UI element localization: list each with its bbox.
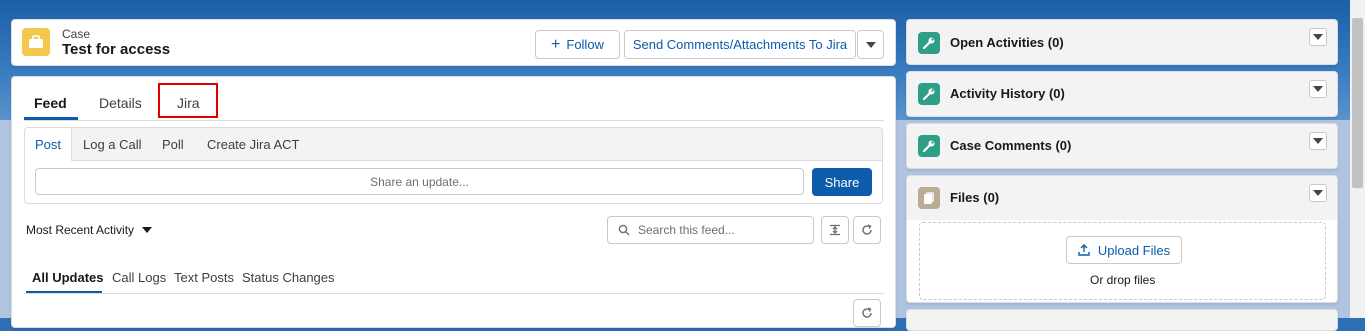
record-title: Test for access <box>62 41 171 58</box>
activity-history-menu[interactable] <box>1309 80 1327 98</box>
next-related-card <box>906 309 1338 331</box>
collapse-icon <box>830 224 840 236</box>
publisher-tab-create-jira[interactable]: Create Jira ACT <box>207 137 299 152</box>
case-comments-title[interactable]: Case Comments (0) <box>950 138 1071 153</box>
filter-all-updates[interactable]: All Updates <box>32 270 104 285</box>
sort-chevron-icon <box>142 227 153 233</box>
files-card: Files (0) Upload Files Or drop files <box>906 175 1338 303</box>
scrollbar-thumb[interactable] <box>1352 18 1363 188</box>
publisher: Post Log a Call Poll Create Jira ACT Sha… <box>24 127 883 204</box>
publisher-tabbar <box>25 128 882 161</box>
file-drop-zone[interactable]: Upload Files Or drop files <box>919 222 1326 300</box>
upload-icon <box>1078 244 1090 256</box>
upload-files-label: Upload Files <box>1097 242 1171 258</box>
more-actions-button[interactable] <box>857 30 884 59</box>
tab-feed[interactable]: Feed <box>34 95 67 111</box>
file-icon <box>918 187 940 209</box>
files-menu[interactable] <box>1309 184 1327 202</box>
share-update-placeholder: Share an update... <box>370 174 469 189</box>
chevron-down-icon <box>865 41 876 48</box>
filter-status-changes[interactable]: Status Changes <box>242 270 335 285</box>
object-label: Case <box>62 27 91 41</box>
tabs-divider <box>24 120 884 121</box>
sort-label: Most Recent Activity <box>26 223 135 237</box>
share-update-input[interactable]: Share an update... <box>35 168 804 195</box>
sort-dropdown[interactable]: Most Recent Activity <box>26 223 153 237</box>
open-activities-card: Open Activities (0) <box>906 19 1338 65</box>
wrench-icon <box>918 83 940 105</box>
search-icon <box>618 224 630 236</box>
publisher-tab-post[interactable]: Post <box>25 128 72 161</box>
refresh-icon <box>862 307 872 318</box>
case-comments-card: Case Comments (0) <box>906 123 1338 169</box>
case-icon <box>22 28 50 56</box>
refresh-updates-button[interactable] <box>853 299 881 327</box>
activity-history-card: Activity History (0) <box>906 71 1338 117</box>
page-scrollbar[interactable] <box>1350 0 1365 318</box>
filter-feed-button[interactable] <box>821 216 849 244</box>
drop-files-label: Or drop files <box>1090 273 1156 287</box>
tab-details[interactable]: Details <box>99 95 142 111</box>
wrench-icon <box>918 32 940 54</box>
follow-label: Follow <box>566 37 604 52</box>
refresh-feed-button[interactable] <box>853 216 881 244</box>
filter-text-posts[interactable]: Text Posts <box>174 270 234 285</box>
chevron-down-icon <box>1313 138 1323 144</box>
files-title[interactable]: Files (0) <box>950 190 999 205</box>
open-activities-title[interactable]: Open Activities (0) <box>950 35 1064 50</box>
refresh-icon <box>862 224 872 235</box>
publisher-tab-poll[interactable]: Poll <box>162 137 184 152</box>
feed-search-placeholder: Search this feed... <box>638 223 735 237</box>
send-to-jira-button[interactable]: Send Comments/Attachments To Jira <box>624 30 856 59</box>
filter-call-logs[interactable]: Call Logs <box>112 270 166 285</box>
feed-search-input[interactable]: Search this feed... <box>607 216 814 244</box>
feed-card: Feed Details Jira Post Log a Call Poll C… <box>11 76 896 328</box>
record-header: Case Test for access + Follow Send Comme… <box>11 19 896 66</box>
send-to-jira-label: Send Comments/Attachments To Jira <box>632 37 848 52</box>
plus-icon: + <box>551 35 561 53</box>
upload-files-button[interactable]: Upload Files <box>1066 236 1182 264</box>
chevron-down-icon <box>1313 190 1323 196</box>
share-button[interactable]: Share <box>812 168 872 196</box>
filters-divider <box>24 293 884 294</box>
publisher-tab-post-label: Post <box>35 137 62 152</box>
wrench-icon <box>918 135 940 157</box>
publisher-tab-log-call[interactable]: Log a Call <box>83 137 142 152</box>
case-comments-menu[interactable] <box>1309 132 1327 150</box>
share-button-label: Share <box>824 174 860 190</box>
tab-jira[interactable]: Jira <box>177 95 200 111</box>
follow-button[interactable]: + Follow <box>535 30 620 59</box>
chevron-down-icon <box>1313 34 1323 40</box>
open-activities-menu[interactable] <box>1309 28 1327 46</box>
chevron-down-icon <box>1313 86 1323 92</box>
activity-history-title[interactable]: Activity History (0) <box>950 86 1065 101</box>
